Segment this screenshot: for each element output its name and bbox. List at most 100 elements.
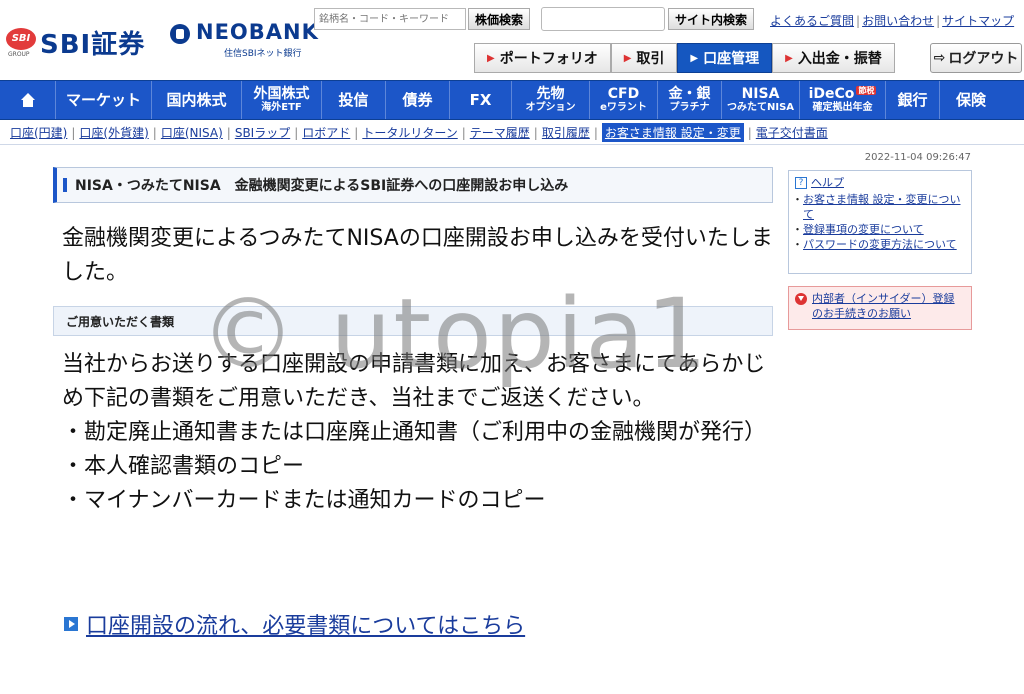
site-search-input[interactable] (541, 7, 665, 31)
insider-link[interactable]: 内部者（インサイダー）登録のお手続きのお願い (812, 291, 965, 325)
subnav-robo-advisor[interactable]: ロボアド (302, 124, 350, 141)
arrow-icon: ▶ (785, 52, 793, 64)
subnav-trade-history[interactable]: 取引履歴 (542, 124, 590, 141)
subnav-sbi-wrap[interactable]: SBIラップ (235, 124, 290, 141)
nav-label: 国内株式 (166, 90, 227, 109)
nav-label: FX (469, 90, 492, 109)
sub-nav: 口座(円建) | 口座(外貨建) | 口座(NISA) | SBIラップ | ロボアド |… (0, 121, 1024, 145)
subnav-theme-history[interactable]: テーマ履歴 (470, 124, 530, 141)
nav-label: CFD (607, 85, 640, 102)
stock-search-input[interactable] (314, 8, 466, 30)
nav-sublabel: eワラント (600, 102, 647, 114)
nav-sublabel: 海外ETF (261, 102, 302, 114)
subnav-foreign-account[interactable]: 口座(外貨建) (79, 124, 148, 141)
contact-link[interactable]: お問い合わせ (862, 14, 934, 28)
subnav-e-documents[interactable]: 電子交付書面 (756, 124, 828, 141)
nav-market[interactable]: マーケット (56, 81, 152, 119)
nav-label: 銀行 (897, 90, 928, 109)
tax-saving-badge: 節税 (856, 85, 877, 95)
nav-ideco[interactable]: iDeCo 節税 確定拠出年金 (800, 81, 886, 119)
deposit-transfer-label: 入出金・振替 (797, 51, 882, 67)
neobank-logo[interactable]: NEOBANK 住信SBIネット銀行 (170, 20, 318, 60)
site-search-button[interactable]: サイト内検索 (668, 8, 754, 30)
nav-fx[interactable]: FX (450, 81, 512, 119)
nav-label: マーケット (65, 90, 141, 109)
neobank-sub-text: 住信SBIネット銀行 (224, 49, 302, 59)
nav-label: NISA (741, 85, 780, 102)
account-management-label: 口座管理 (703, 51, 760, 67)
documents-body: 当社からお送りする口座開設の申請書類に加え、お客さまにてあらかじめ下記の書類をご… (62, 348, 774, 518)
nav-label: 先物 (536, 85, 565, 102)
insider-notice: 内部者（インサイダー）登録のお手続きのお願い (788, 286, 972, 330)
nav-foreign-stock[interactable]: 外国株式 海外ETF (242, 81, 322, 119)
top-links: よくあるご質問 | お問い合わせ | サイトマップ (770, 12, 1016, 29)
deposit-transfer-button[interactable]: ▶ 入出金・振替 (772, 43, 895, 73)
sbi-group-label: GROUP (8, 51, 30, 58)
help-link-password-change[interactable]: パスワードの変更方法について (803, 238, 957, 251)
nav-bank[interactable]: 銀行 (886, 81, 940, 119)
arrow-icon: ▶ (623, 52, 632, 64)
subnav-jpy-account[interactable]: 口座(円建) (10, 124, 67, 141)
subnav-total-return[interactable]: トータルリターン (362, 124, 457, 141)
nav-fund[interactable]: 投信 (322, 81, 386, 119)
document-item: ・勘定廃止通知書または口座廃止通知書（ご利用中の金融機関が発行） (62, 420, 767, 445)
trade-button[interactable]: ▶ 取引 (610, 43, 678, 73)
neobank-logo-text: NEOBANK (196, 20, 319, 44)
nav-futures[interactable]: 先物 オプション (512, 81, 590, 119)
sbi-badge-icon: SBI (6, 28, 36, 50)
sitemap-link[interactable]: サイトマップ (942, 14, 1014, 28)
help-list: お客さま情報 設定・変更について 登録事項の変更について パスワードの変更方法に… (792, 192, 965, 252)
account-management-button[interactable]: ▶ 口座管理 (677, 43, 773, 73)
help-icon: ? (795, 176, 807, 189)
nav-domestic-stock[interactable]: 国内株式 (152, 81, 242, 119)
help-link[interactable]: ヘルプ (811, 175, 844, 190)
stock-search-button[interactable]: 株価検索 (468, 8, 530, 30)
completion-message: 金融機関変更によるつみたてNISAの口座開設お申し込みを受付いたしました。 (62, 226, 773, 285)
home-icon (20, 93, 35, 107)
arrow-icon: ▶ (487, 52, 495, 64)
nav-home[interactable] (0, 81, 56, 119)
timestamp: 2022-11-04 09:26:47 (864, 152, 971, 163)
link-arrow-icon (64, 617, 78, 631)
portfolio-label: ポートフォリオ (499, 51, 598, 67)
nav-sublabel: つみたてNISA (726, 102, 795, 114)
subnav-nisa-account[interactable]: 口座(NISA) (161, 124, 223, 141)
nav-sublabel: プラチナ (669, 102, 710, 114)
nav-nisa[interactable]: NISA つみたてNISA (722, 81, 800, 119)
header-buttons: ▶ ポートフォリオ ▶ 取引 ▶ 口座管理 ▶ 入出金・振替 (474, 43, 895, 73)
separator: | (533, 125, 538, 140)
nav-bond[interactable]: 債券 (386, 81, 450, 119)
help-panel: ? ヘルプ お客さま情報 設定・変更について 登録事項の変更について パスワードの… (788, 170, 972, 274)
separator: | (747, 125, 752, 140)
nav-label: 保険 (955, 90, 986, 109)
global-nav: マーケット 国内株式 外国株式 海外ETF 投信 債券 FX 先物 オプション CF… (0, 80, 1024, 120)
nav-cfd[interactable]: CFD eワラント (590, 81, 658, 119)
nav-sublabel: オプション (525, 102, 576, 114)
separator: | (856, 14, 861, 28)
account-flow-link[interactable]: 口座開設の流れ、必要書類についてはこちら (86, 608, 525, 640)
account-flow-link-row: 口座開設の流れ、必要書類についてはこちら (64, 608, 525, 640)
separator: | (226, 125, 231, 140)
help-link-registration-change[interactable]: 登録事項の変更について (803, 223, 924, 236)
alert-arrow-icon (795, 293, 807, 305)
faq-link[interactable]: よくあるご質問 (770, 14, 854, 28)
nav-label: iDeCo (808, 85, 855, 102)
nav-gold[interactable]: 金・銀 プラチナ (658, 81, 722, 119)
header: SBI GROUP SBI証券 NEOBANK 住信SBIネット銀行 株価検索 … (0, 0, 1024, 80)
document-item: ・本人確認書類のコピー (62, 454, 305, 479)
separator: | (936, 14, 941, 28)
nav-label: 金・銀 (668, 85, 711, 102)
portfolio-button[interactable]: ▶ ポートフォリオ (474, 43, 611, 73)
help-link-customer-settings[interactable]: お客さま情報 設定・変更について (803, 193, 961, 221)
nav-label: 外国株式 (253, 85, 310, 102)
nav-insurance[interactable]: 保険 (940, 81, 1002, 119)
sbi-logo-text: SBI証券 (40, 30, 146, 60)
separator: | (152, 125, 157, 140)
sbi-logo[interactable]: SBI GROUP SBI証券 (6, 22, 156, 60)
logout-arrow-icon: ⇨ (933, 50, 946, 66)
subnav-customer-settings[interactable]: お客さま情報 設定・変更 (601, 123, 744, 142)
separator: | (71, 125, 76, 140)
logout-button[interactable]: ⇨ ログアウト (930, 43, 1022, 73)
logout-label: ログアウト (948, 51, 1019, 67)
separator: | (461, 125, 466, 140)
